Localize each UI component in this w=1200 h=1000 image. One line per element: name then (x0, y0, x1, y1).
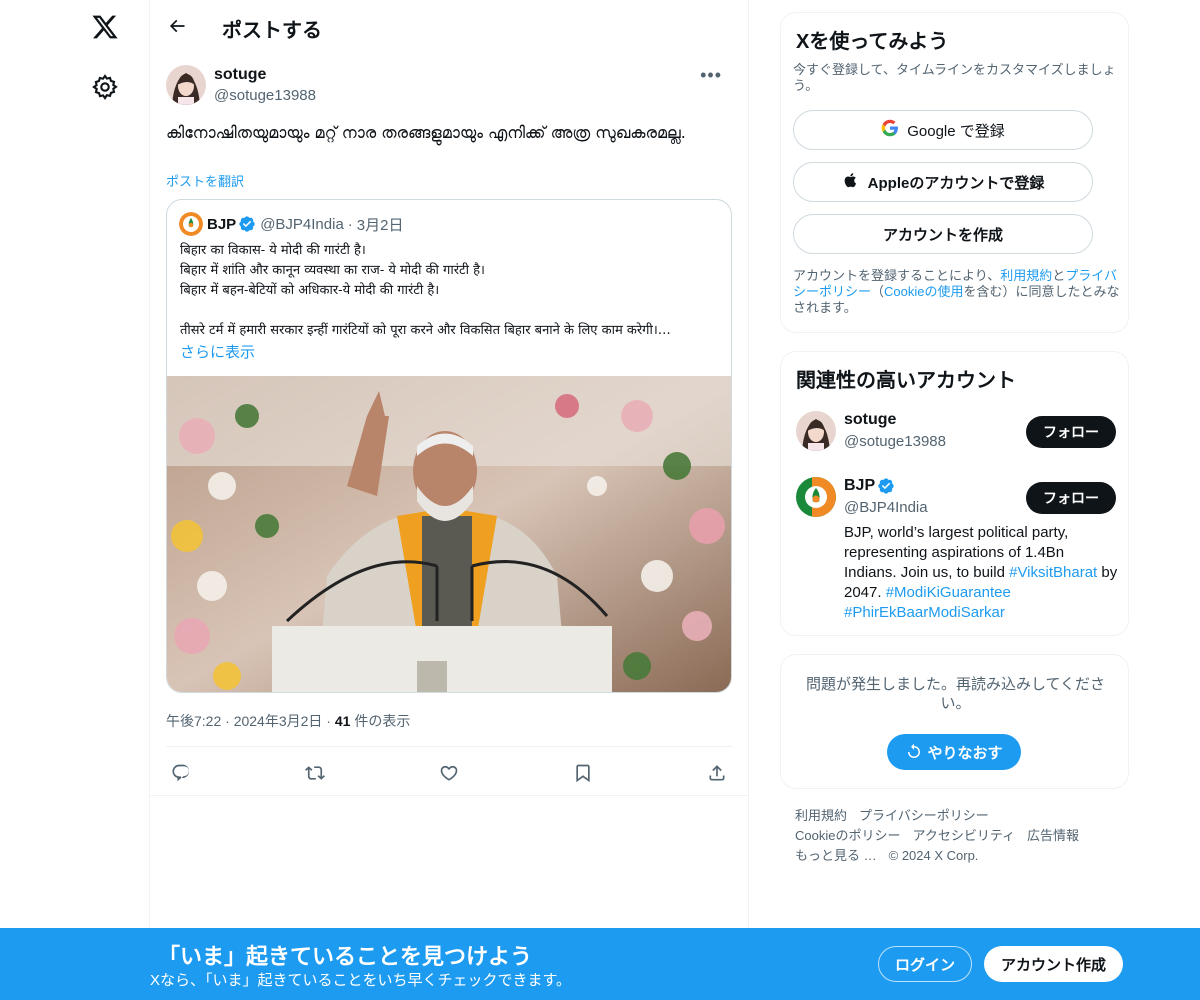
error-message: 問題が発生しました。再読み込みしてください。 (805, 676, 1106, 712)
account-name[interactable]: sotuge (844, 411, 896, 429)
footer-link[interactable]: もっと見る … (795, 848, 877, 863)
quoted-post-header: BJP @BJP4India · 3月2日 (179, 212, 403, 236)
quoted-author-handle: @BJP4India (260, 215, 344, 233)
translate-post-link[interactable]: ポストを翻訳 (166, 171, 244, 190)
page-title: ポストする (222, 20, 322, 42)
account-name-text: BJP (844, 477, 876, 494)
quoted-post-image[interactable] (167, 376, 731, 692)
bjp-avatar (179, 212, 203, 236)
post-text: കിനോഷിതയുമായും മറ്റ് നാര തരങ്ങളുമായും എന… (166, 123, 686, 142)
more-options-icon[interactable]: ••• (700, 65, 722, 86)
footer-link[interactable]: 利用規約 (795, 808, 847, 823)
login-banner: 「いま」起きていることを見つけよう Xなら、「いま」起きていることをいち早くチェ… (0, 928, 1200, 1000)
quoted-line: बिहार में शांति और कानून व्यवस्था का राज… (180, 263, 485, 278)
account-handle[interactable]: @sotuge13988 (844, 433, 946, 450)
quoted-post-text: बिहार का विकास- ये मोदी की गारंटी है। बि… (180, 241, 720, 341)
account-name[interactable]: BJP (844, 477, 895, 495)
terms-of-service-link[interactable]: 利用規約 (1000, 268, 1052, 283)
verified-badge-icon (877, 477, 895, 495)
signup-subtitle: 今すぐ登録して、タイムラインをカスタマイズしましょう。 (793, 62, 1116, 93)
author-handle[interactable]: @sotuge13988 (214, 87, 316, 104)
account-bio: BJP, world’s largest political party, re… (844, 523, 1119, 623)
hashtag-link[interactable]: #PhirEkBaarModiSarkar (844, 604, 1005, 621)
hashtag-link[interactable]: #ViksitBharat (1009, 564, 1097, 581)
post-timestamp[interactable]: 午後7:22 · 2024年3月2日 · (166, 713, 335, 729)
create-account-label: アカウントを作成 (882, 226, 1003, 244)
apple-signup-button[interactable]: Appleのアカウントで登録 (793, 162, 1093, 202)
left-nav (0, 0, 150, 1000)
bjp-avatar[interactable] (796, 477, 836, 517)
share-icon[interactable] (704, 760, 730, 786)
terms-text: と (1052, 268, 1066, 283)
account-handle[interactable]: @BJP4India (844, 499, 928, 516)
google-signup-button[interactable]: Google で登録 (793, 110, 1093, 150)
login-button[interactable]: ログイン (878, 946, 972, 982)
post-author: sotuge @sotuge13988 ••• (166, 65, 736, 107)
banner-subtitle: Xなら、「いま」起きていることをいち早くチェックできます。 (150, 972, 572, 989)
related-accounts-title: 関連性の高いアカウント (796, 370, 1016, 392)
quoted-line: बिहार में बहन-बेटियों को अधिकार-ये मोदी … (180, 283, 440, 298)
related-accounts-card: 関連性の高いアカウント sotuge @sotuge13988 フォロー BJP… (780, 351, 1129, 636)
author-name[interactable]: sotuge (214, 66, 266, 84)
footer-links: 利用規約 プライバシーポリシー Cookieのポリシー アクセシビリティ 広告情報 も… (795, 806, 1115, 866)
cookie-use-link[interactable]: Cookieの使用 (884, 284, 963, 299)
signup-terms: アカウントを登録することにより、利用規約とプライバシーポリシー（Cookieの使… (793, 268, 1123, 316)
terms-text: アカウントを登録することにより、 (793, 268, 1001, 283)
views-count: 41 (334, 713, 351, 729)
footer-link[interactable]: Cookieのポリシー (795, 828, 900, 843)
google-signup-label: Google で登録 (907, 122, 1005, 140)
retry-label: やりなおす (927, 744, 1003, 762)
follow-button[interactable]: フォロー (1026, 416, 1116, 448)
quoted-post-date: 3月2日 (356, 216, 404, 234)
repost-icon[interactable] (302, 760, 328, 786)
apple-icon (842, 171, 860, 193)
post-actions (166, 758, 733, 788)
separator-dot: · (347, 215, 353, 233)
footer-link[interactable]: 広告情報 (1027, 828, 1079, 843)
related-account[interactable]: sotuge @sotuge13988 フォロー (796, 411, 1116, 453)
gear-icon[interactable] (91, 73, 119, 101)
quoted-line (180, 301, 720, 321)
refresh-icon (908, 743, 921, 758)
x-logo-icon[interactable] (88, 10, 122, 44)
quoted-line: बिहार का विकास- ये मोदी की गारंटी है। (180, 243, 366, 258)
post-meta: 午後7:22 · 2024年3月2日 · 41 件の表示 (166, 711, 410, 731)
apple-signup-label: Appleのアカウントで登録 (867, 174, 1045, 192)
quoted-post[interactable]: BJP @BJP4India · 3月2日 बिहार का विकास- ये… (166, 199, 732, 693)
views-label: 件の表示 (350, 713, 411, 729)
footer-link[interactable]: アクセシビリティ (912, 828, 1015, 843)
create-account-button[interactable]: アカウントを作成 (793, 214, 1093, 254)
like-icon[interactable] (436, 760, 462, 786)
related-account[interactable]: BJP @BJP4India フォロー BJP, world’s largest… (796, 477, 1119, 627)
avatar[interactable] (796, 411, 836, 451)
show-more-link[interactable]: さらに表示 (180, 341, 255, 362)
bookmark-icon[interactable] (570, 760, 596, 786)
retry-button[interactable]: やりなおす (887, 734, 1021, 770)
signup-card: Xを使ってみよう 今すぐ登録して、タイムラインをカスタマイズしましょう。 Goo… (780, 12, 1129, 333)
signup-button[interactable]: アカウント作成 (984, 946, 1123, 982)
error-card: 問題が発生しました。再読み込みしてください。 やりなおす (780, 654, 1129, 789)
banner-title: 「いま」起きていることを見つけよう (158, 944, 533, 969)
footer-link[interactable]: プライバシーポリシー (859, 808, 989, 823)
verified-badge-icon (238, 215, 256, 233)
google-icon (881, 119, 899, 141)
divider (150, 795, 749, 796)
follow-button[interactable]: フォロー (1026, 482, 1116, 514)
avatar[interactable] (166, 65, 206, 105)
quoted-line: तीसरे टर्म में हमारी सरकार इन्हीं गारंटि… (180, 323, 671, 338)
quoted-author-name: BJP (207, 215, 237, 233)
reply-icon[interactable] (168, 760, 194, 786)
main-column: ポストする sotuge @sotuge13988 ••• കിനോഷിതയുമ… (150, 0, 749, 1000)
page-header: ポストする (150, 0, 749, 53)
signup-title: Xを使ってみよう (796, 31, 949, 53)
back-arrow-icon[interactable] (164, 13, 190, 39)
divider (166, 746, 733, 747)
copyright: © 2024 X Corp. (888, 848, 979, 863)
hashtag-link[interactable]: #ModiKiGuarantee (886, 584, 1011, 601)
terms-text: （ (871, 284, 885, 299)
